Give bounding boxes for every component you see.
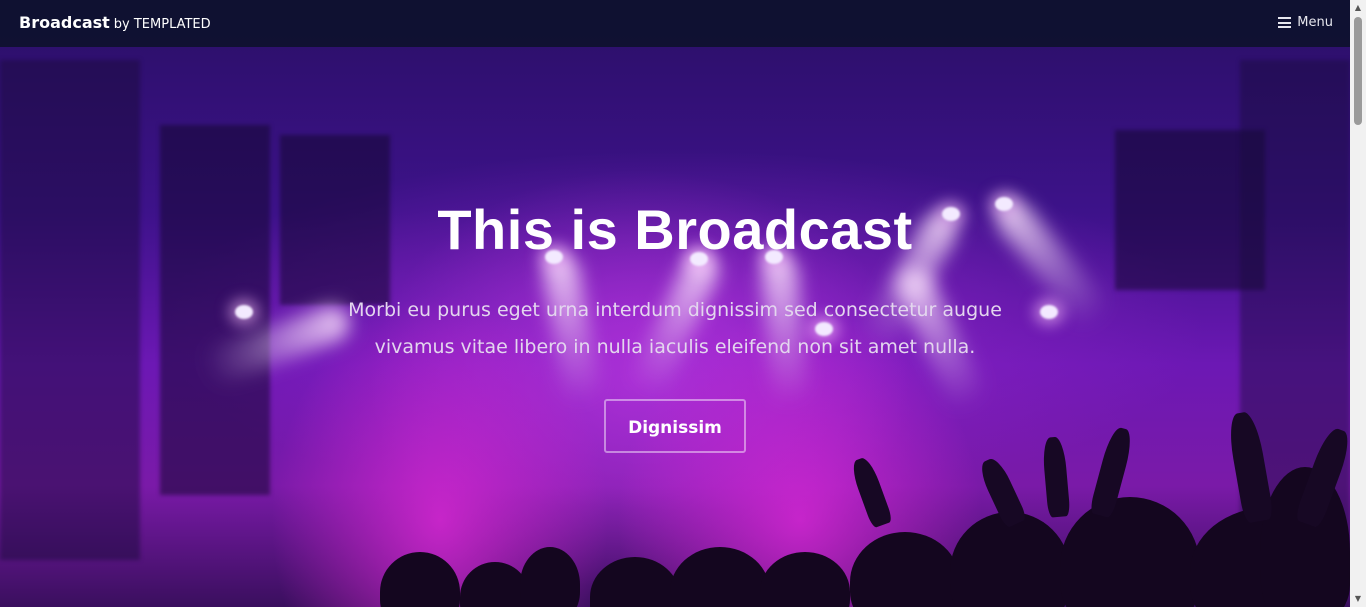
crowd-silhouette	[0, 410, 1350, 607]
menu-button[interactable]: Menu	[1278, 15, 1333, 30]
banner-content: This is Broadcast Morbi eu purus eget ur…	[0, 195, 1350, 453]
dignissim-button[interactable]: Dignissim	[604, 399, 746, 453]
vertical-scrollbar[interactable]: ▲ ▼	[1350, 0, 1366, 607]
banner-title: This is Broadcast	[437, 198, 913, 261]
brand-by: by TEMPLATED	[113, 17, 211, 32]
brand-name: Broadcast	[19, 13, 110, 32]
scroll-down-arrow-icon[interactable]: ▼	[1350, 591, 1366, 607]
page: Broadcast by TEMPLATED Menu This is Broad…	[0, 0, 1366, 607]
scroll-up-arrow-icon[interactable]: ▲	[1350, 0, 1366, 16]
scroll-thumb[interactable]	[1354, 17, 1362, 125]
banner-subtitle: Morbi eu purus eget urna interdum dignis…	[348, 299, 1002, 358]
menu-label: Menu	[1297, 15, 1333, 30]
hamburger-icon	[1278, 17, 1292, 28]
site-logo[interactable]: Broadcast by TEMPLATED	[19, 13, 211, 35]
site-header: Broadcast by TEMPLATED Menu	[0, 0, 1350, 47]
